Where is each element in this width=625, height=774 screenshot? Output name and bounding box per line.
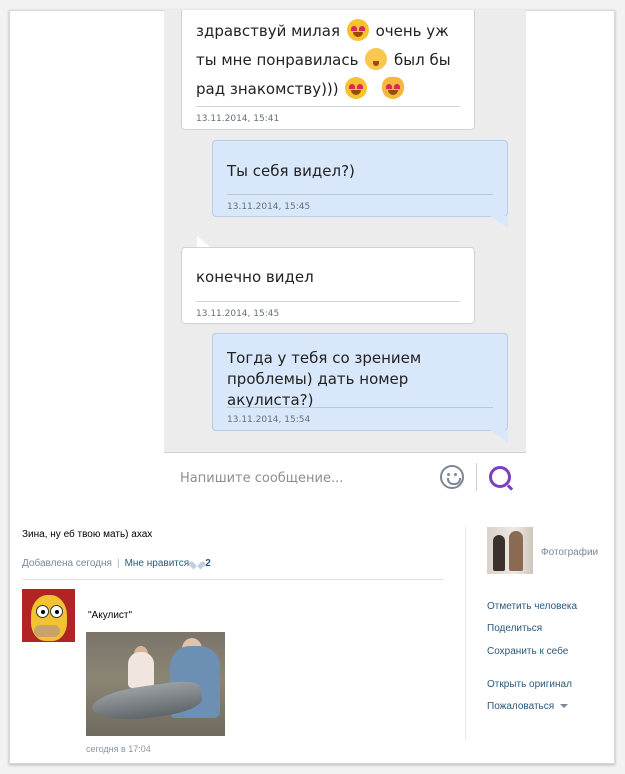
share-link[interactable]: Поделиться [487,623,542,634]
message-composer: Напишите сообщение... [164,452,526,500]
message-outgoing: Ты себя видел?) 13.11.2014, 15:45 [212,140,508,217]
message-line: рад знакомству))) [196,80,339,98]
message-text: здравствуй милая очень уж ты мне понрави… [182,10,474,104]
post-added-label: Добавлена сегодня [22,558,112,569]
photos-label[interactable]: Фотографии [541,547,598,558]
message-text: конечно видел [196,268,314,286]
bubble-tail [490,430,508,442]
heart-eyes-emoji [345,77,368,99]
composer-divider [476,463,477,491]
cat-heart-eyes-emoji [382,77,405,99]
tag-person-link[interactable]: Отметить человека [487,601,577,612]
message-line: здравствуй милая [196,22,340,40]
message-line: проблемы) дать номер акулиста?) [227,370,409,409]
kiss-emoji [365,48,388,70]
message-divider [227,407,493,408]
message-incoming: конечно видел 13.11.2014, 15:45 [181,247,475,324]
save-link[interactable]: Сохранить к себе [487,646,568,657]
message-line: был бы [394,51,451,69]
message-text: Ты себя видел?) [227,162,355,180]
chat-thread: здравствуй милая очень уж ты мне понрави… [164,10,526,452]
divider [22,579,444,580]
message-time: 13.11.2014, 15:45 [227,202,311,212]
post-meta: Добавлена сегодня | Мне нравится 2 [22,558,211,569]
report-label: Пожаловаться [487,701,555,712]
comment-photo[interactable] [86,632,225,736]
album-thumbnail[interactable] [487,527,533,574]
message-input[interactable]: Напишите сообщение... [180,471,343,486]
comment-time[interactable]: сегодня в 17:04 [86,744,151,754]
heart-eyes-emoji [346,19,369,41]
send-icon[interactable] [489,466,511,488]
message-divider [196,301,460,302]
message-line: Тогда у тебя со зрением [227,349,422,367]
message-text: Тогда у тебя со зрением проблемы) дать н… [213,334,507,411]
report-link[interactable]: Пожаловаться [487,701,569,712]
heart-icon[interactable] [192,558,202,567]
bubble-tail [490,216,508,228]
open-original-link[interactable]: Открыть оригинал [487,679,572,690]
message-incoming: здравствуй милая очень уж ты мне понрави… [181,10,475,130]
message-outgoing: Тогда у тебя со зрением проблемы) дать н… [212,333,508,431]
chevron-down-icon [560,704,569,708]
message-line: ты мне понравилась [196,51,359,69]
message-divider [227,194,493,195]
message-line: очень уж [375,22,449,40]
message-time: 13.11.2014, 15:41 [196,114,280,124]
smiley-icon[interactable] [440,465,464,489]
like-button[interactable]: Мне нравится [125,558,190,569]
message-divider [196,106,460,107]
comment-text: "Акулист" [88,610,133,621]
sidebar-divider [465,527,466,739]
message-time: 13.11.2014, 15:54 [227,415,311,425]
post-caption: Зина, ну еб твою мать) ахах [22,529,153,540]
message-time: 13.11.2014, 15:45 [196,309,280,319]
avatar[interactable] [22,589,75,642]
like-count: 2 [205,558,211,569]
